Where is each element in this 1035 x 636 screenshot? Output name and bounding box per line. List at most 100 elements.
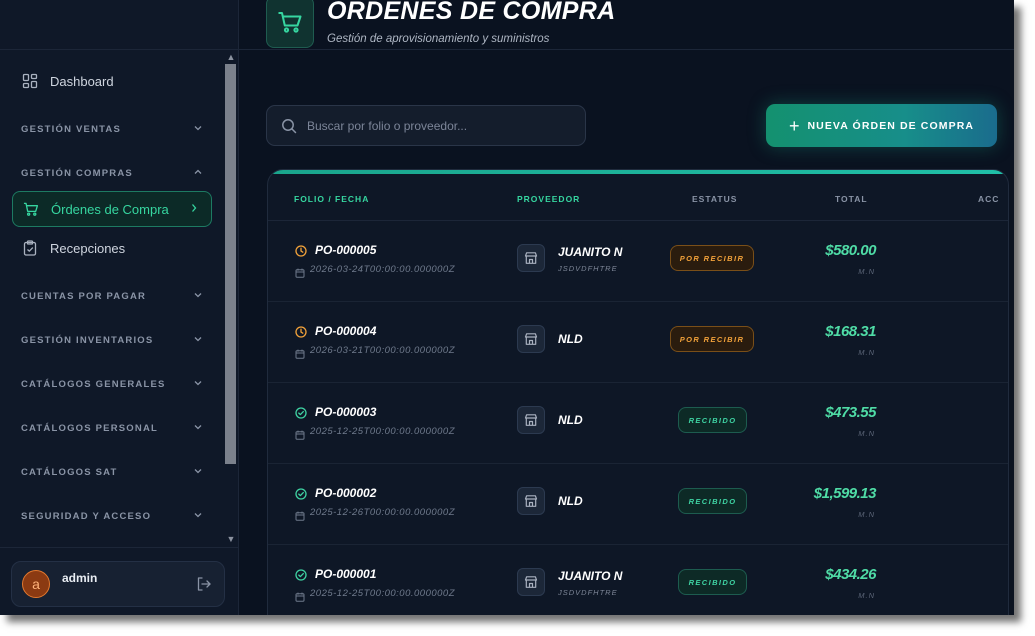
orders-table: FOLIO / FECHA PROVEEDOR ESTATUS TOTAL AC… — [267, 169, 1009, 615]
store-icon — [517, 406, 545, 434]
folio: PO-000005 — [315, 243, 377, 257]
page-header: ÓRDENES DE COMPRA Gestión de aprovisiona… — [239, 0, 1014, 50]
order-date: 2026-03-21T00:00:00.000000Z — [310, 345, 456, 356]
cart-icon — [23, 201, 39, 217]
sidebar-divider — [0, 547, 238, 548]
page-subtitle: Gestión de aprovisionamiento y suministr… — [327, 33, 550, 45]
section-label: SEGURIDAD Y ACCESO — [21, 510, 152, 522]
table-row[interactable]: PO-000002 2025-12-26T00:00:00.000000Z NLD R… — [268, 463, 1008, 545]
username: admin — [62, 571, 98, 585]
sidebar-item-recepciones[interactable]: Recepciones — [12, 231, 210, 265]
store-icon — [517, 325, 545, 353]
chevron-up-icon — [193, 164, 203, 182]
order-total: $434.26 — [825, 566, 876, 583]
logout-icon[interactable] — [196, 576, 212, 597]
currency-label: M.N — [858, 591, 875, 600]
status-badge: RECIBIDO — [678, 407, 747, 433]
app-window: Dashboard GESTIÓN VENTAS GESTIÓN COMPRAS… — [0, 0, 1014, 615]
section-label: CATÁLOGOS SAT — [21, 466, 118, 478]
chevron-right-icon — [189, 201, 199, 219]
dashboard-icon — [22, 73, 38, 89]
sidebar: Dashboard GESTIÓN VENTAS GESTIÓN COMPRAS… — [0, 0, 239, 615]
provider-name: JUANITO N — [558, 245, 623, 259]
sidebar-section-catalogos-generales[interactable]: CATÁLOGOS GENERALES — [21, 376, 203, 392]
check-circle-icon — [295, 406, 307, 424]
provider-rfc: JSDVDFHTRE — [558, 588, 618, 597]
section-label: GESTIÓN VENTAS — [21, 123, 122, 135]
sidebar-section-seguridad[interactable]: SEGURIDAD Y ACCESO — [21, 508, 203, 524]
order-total: $168.31 — [825, 323, 876, 340]
section-label: CATÁLOGOS GENERALES — [21, 378, 166, 390]
provider-name: NLD — [558, 494, 583, 508]
calendar-icon — [295, 589, 305, 607]
store-icon — [517, 244, 545, 272]
currency-label: M.N — [858, 348, 875, 357]
sidebar-section-compras[interactable]: GESTIÓN COMPRAS — [21, 165, 203, 181]
chevron-down-icon — [193, 331, 203, 349]
new-order-button[interactable]: + NUEVA ÓRDEN DE COMPRA — [766, 104, 997, 147]
sidebar-item-label: Recepciones — [50, 240, 126, 256]
column-header-total: TOTAL — [835, 194, 868, 204]
provider-name: NLD — [558, 332, 583, 346]
table-row[interactable]: PO-000003 2025-12-25T00:00:00.000000Z NLD R… — [268, 382, 1008, 464]
column-header-estatus: ESTATUS — [692, 194, 738, 204]
table-row[interactable]: PO-000005 2026-03-24T00:00:00.000000Z JUAN… — [268, 220, 1008, 302]
sidebar-section-cuentas-por-pagar[interactable]: CUENTAS POR PAGAR — [21, 288, 203, 304]
scroll-down-arrow-icon[interactable]: ▼ — [224, 534, 238, 544]
folio: PO-000004 — [315, 324, 377, 338]
sidebar-section-catalogos-personal[interactable]: CATÁLOGOS PERSONAL — [21, 420, 203, 436]
calendar-icon — [295, 265, 305, 283]
chevron-down-icon — [193, 419, 203, 437]
plus-icon: + — [788, 115, 800, 136]
column-header-acciones: ACC — [978, 194, 1000, 204]
status-badge: RECIBIDO — [678, 488, 747, 514]
new-order-label: NUEVA ÓRDEN DE COMPRA — [807, 119, 975, 132]
chevron-down-icon — [193, 507, 203, 525]
section-label: CATÁLOGOS PERSONAL — [21, 422, 159, 434]
store-icon — [517, 568, 545, 596]
currency-label: M.N — [858, 429, 875, 438]
search-box[interactable] — [266, 105, 586, 146]
table-header: FOLIO / FECHA PROVEEDOR ESTATUS TOTAL AC… — [268, 174, 1008, 221]
provider-rfc: JSDVDFHTRE — [558, 264, 618, 273]
sidebar-item-dashboard[interactable]: Dashboard — [12, 64, 210, 98]
folio: PO-000001 — [315, 567, 377, 581]
sidebar-section-catalogos-sat[interactable]: CATÁLOGOS SAT — [21, 464, 203, 480]
currency-label: M.N — [858, 267, 875, 276]
scroll-up-arrow-icon[interactable]: ▲ — [224, 52, 238, 62]
page-title: ÓRDENES DE COMPRA — [327, 0, 616, 25]
sidebar-item-ordenes-compra[interactable]: Órdenes de Compra — [12, 191, 212, 227]
table-row[interactable]: PO-000001 2025-12-25T00:00:00.000000Z JUAN… — [268, 544, 1008, 615]
sidebar-divider — [0, 49, 238, 50]
order-date: 2025-12-26T00:00:00.000000Z — [310, 507, 456, 518]
search-icon — [281, 118, 297, 134]
table-row[interactable]: PO-000004 2026-03-21T00:00:00.000000Z NLD P… — [268, 301, 1008, 383]
avatar[interactable]: a — [22, 570, 50, 598]
user-card: a admin — [11, 561, 225, 607]
sidebar-scrollbar[interactable]: ▲ ▼ — [224, 50, 238, 545]
check-circle-icon — [295, 568, 307, 586]
chevron-down-icon — [193, 463, 203, 481]
status-badge: POR RECIBIR — [670, 326, 754, 352]
store-icon — [517, 487, 545, 515]
scrollbar-thumb[interactable] — [225, 64, 236, 464]
provider-name: JUANITO N — [558, 569, 623, 583]
chevron-down-icon — [193, 375, 203, 393]
sidebar-item-label: Dashboard — [50, 73, 114, 89]
column-header-folio: FOLIO / FECHA — [294, 194, 370, 204]
order-total: $580.00 — [825, 242, 876, 259]
status-badge: RECIBIDO — [678, 569, 747, 595]
clock-icon — [295, 244, 307, 262]
clipboard-icon — [22, 240, 38, 256]
folio: PO-000002 — [315, 486, 377, 500]
sidebar-section-inventarios[interactable]: GESTIÓN INVENTARIOS — [21, 332, 203, 348]
section-label: GESTIÓN COMPRAS — [21, 167, 133, 179]
order-total: $473.55 — [825, 404, 876, 421]
order-total: $1,599.13 — [813, 485, 877, 502]
sidebar-section-ventas[interactable]: GESTIÓN VENTAS — [21, 121, 203, 137]
calendar-icon — [295, 346, 305, 364]
section-label: GESTIÓN INVENTARIOS — [21, 334, 154, 346]
search-input[interactable] — [305, 117, 569, 134]
order-date: 2025-12-25T00:00:00.000000Z — [310, 588, 456, 599]
order-date: 2025-12-25T00:00:00.000000Z — [310, 426, 456, 437]
